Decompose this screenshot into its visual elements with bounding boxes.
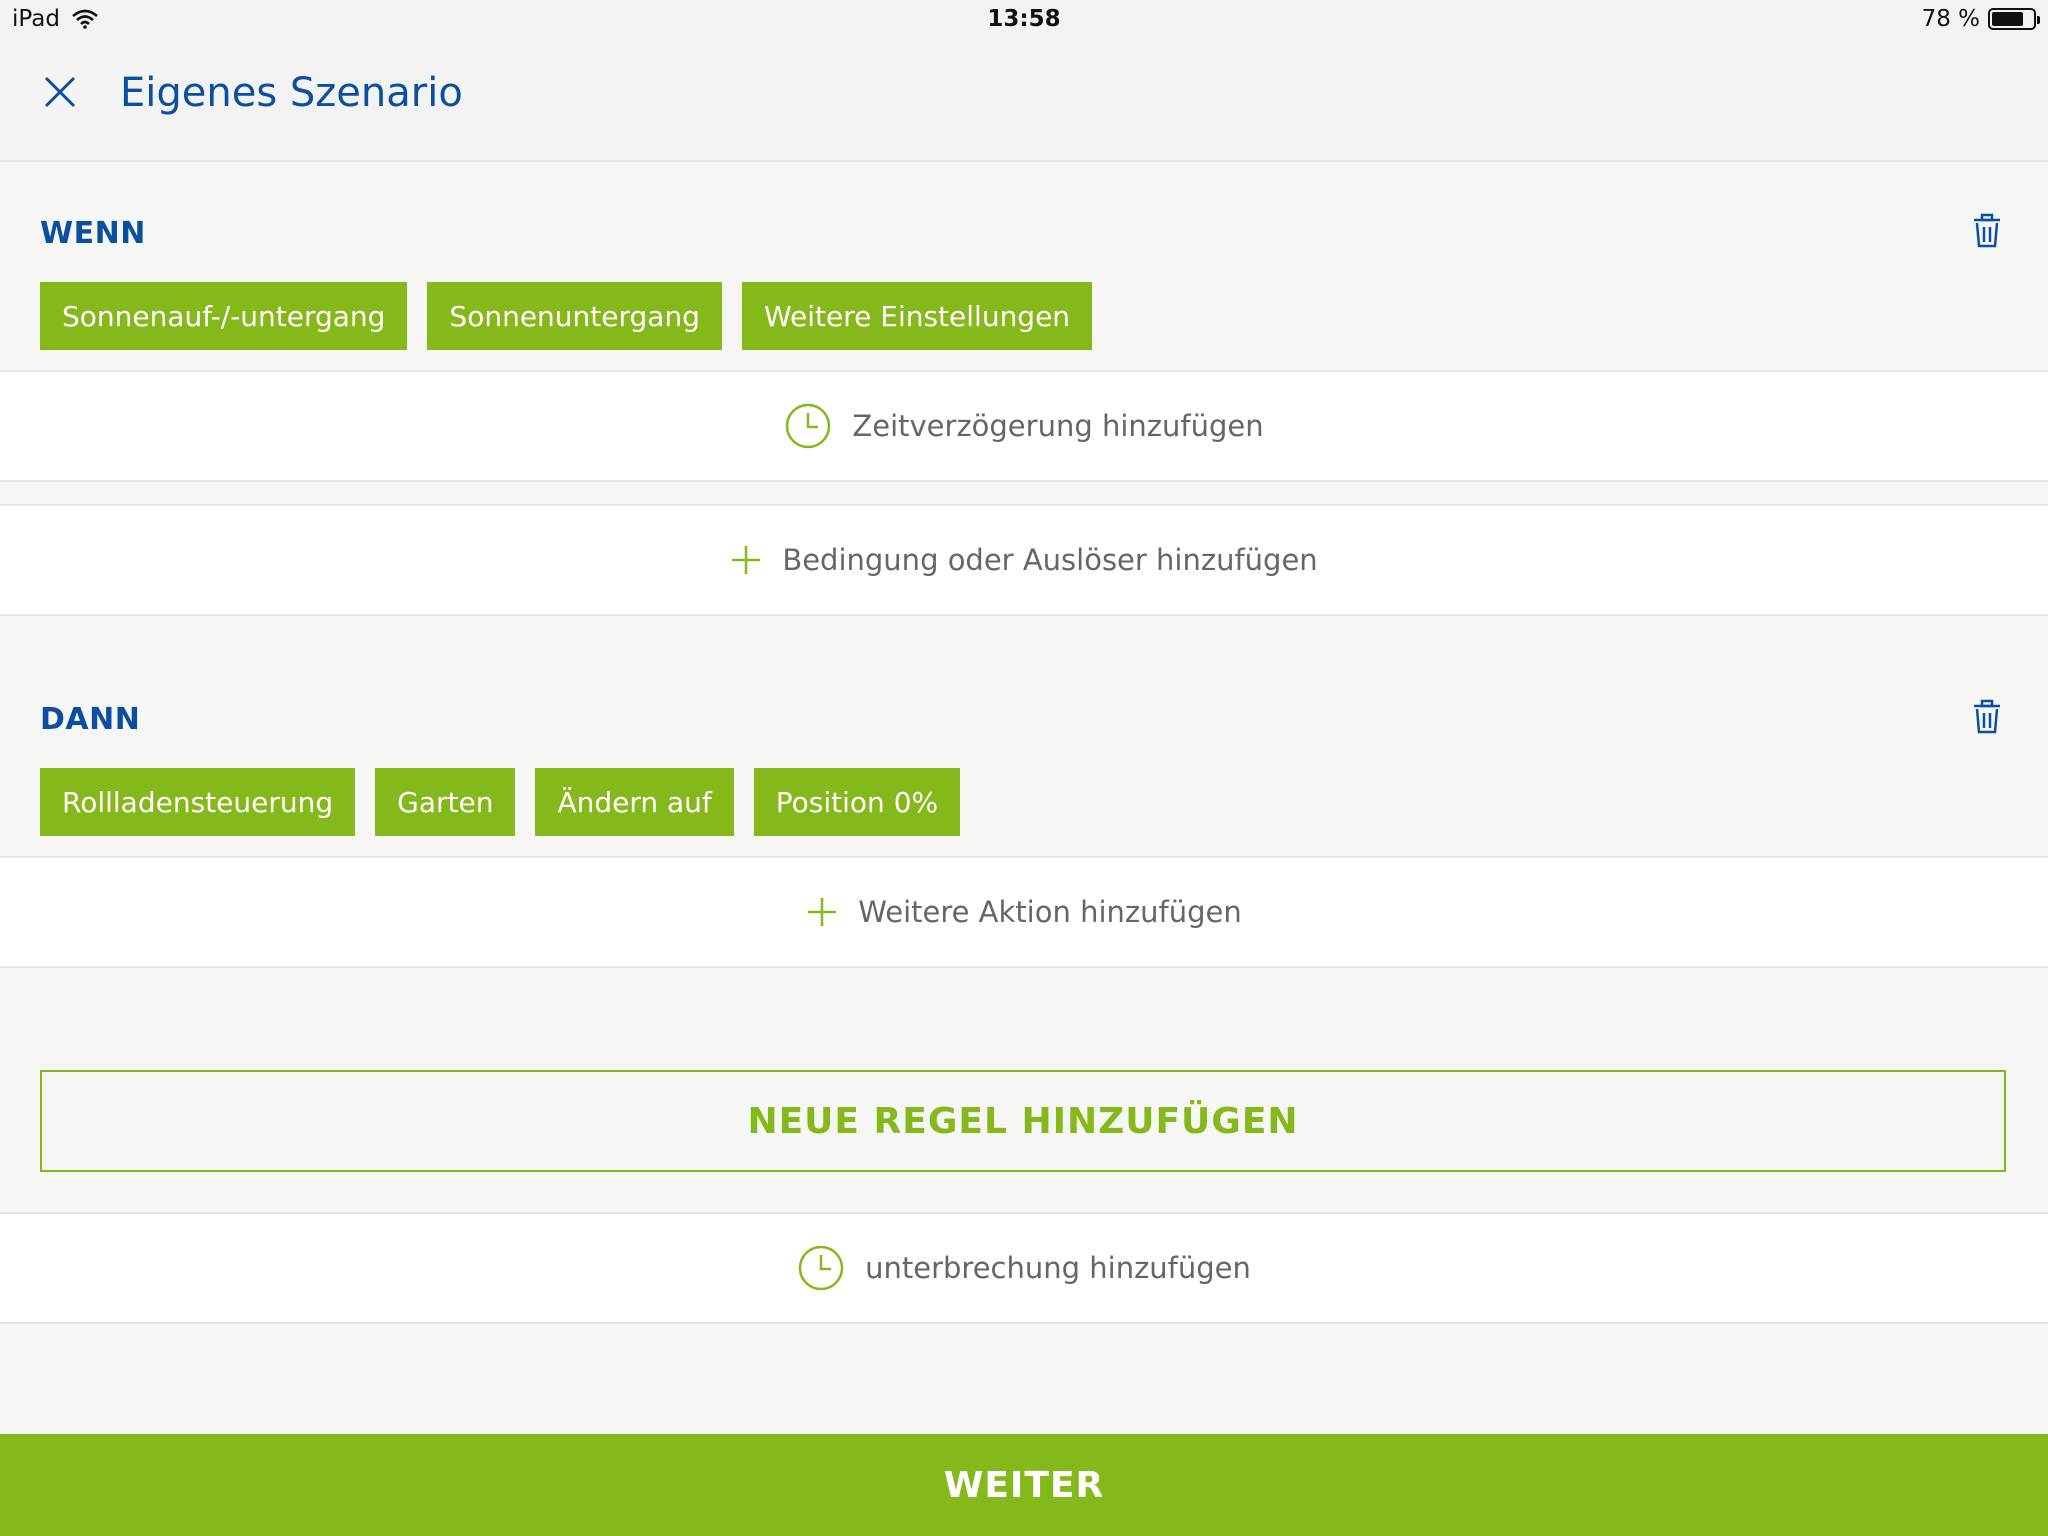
wenn-chip-settings[interactable]: Weitere Einstellungen [741,282,1093,350]
wenn-chip-event[interactable]: Sonnenuntergang [427,282,722,350]
dann-label: DANN [40,702,141,737]
page-title: Eigenes Szenario [120,70,463,116]
add-delay-row[interactable]: Zeitverzögerung hinzufügen [0,370,2048,482]
plus-icon [808,898,837,926]
clock-icon [786,403,831,449]
close-button[interactable] [40,72,80,112]
battery-icon [1988,8,2040,30]
plus-icon [732,546,761,574]
add-action-row[interactable]: Weitere Aktion hinzufügen [0,856,2048,968]
battery-percent: 78 % [1921,6,1980,32]
trash-icon [1974,699,2000,734]
continue-button[interactable]: WEITER [0,1434,2048,1536]
dann-chips: Rollladensteuerung Garten Ändern auf Pos… [40,768,961,836]
add-delay-label: Zeitverzögerung hinzufügen [852,409,1264,443]
dann-chip-device-type[interactable]: Rollladensteuerung [40,768,356,836]
add-condition-row[interactable]: Bedingung oder Auslöser hinzufügen [0,504,2048,616]
add-interruption-label: unterbrechung hinzufügen [865,1251,1251,1285]
delete-wenn-button[interactable] [1970,212,2004,250]
dann-chip-room[interactable]: Garten [375,768,516,836]
new-rule-button[interactable]: NEUE REGEL HINZUFÜGEN [40,1070,2006,1172]
close-icon [44,76,76,108]
status-bar: iPad 13:58 78 % [0,0,2048,40]
wenn-chip-trigger[interactable]: Sonnenauf-/-untergang [40,282,408,350]
add-condition-label: Bedingung oder Auslöser hinzufügen [782,543,1318,577]
dann-chip-action[interactable]: Ändern auf [535,768,734,836]
clock-icon [798,1245,844,1291]
dann-chip-value[interactable]: Position 0% [753,768,961,836]
battery-fill [1992,12,2024,26]
add-action-label: Weitere Aktion hinzufügen [858,895,1242,929]
clock: 13:58 [987,6,1061,32]
trash-icon [1974,213,2000,248]
add-interruption-row[interactable]: unterbrechung hinzufügen [0,1212,2048,1324]
delete-dann-button[interactable] [1970,698,2004,736]
wenn-chips: Sonnenauf-/-untergang Sonnenuntergang We… [40,282,1093,350]
wenn-label: WENN [40,216,146,251]
